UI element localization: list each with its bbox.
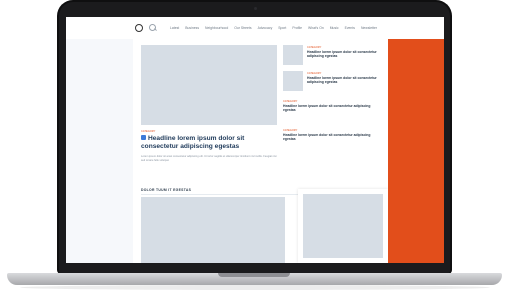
section-story-card[interactable]	[298, 189, 388, 263]
story-headline[interactable]: Headline lorem ipsum dolor sit consectet…	[283, 133, 383, 141]
nav-item-events[interactable]: Events	[345, 26, 355, 30]
left-gutter	[66, 39, 133, 263]
category-badge-icon	[141, 135, 146, 140]
nav-item-sport[interactable]: Sport	[278, 26, 286, 30]
story-headline[interactable]: Headline lorem ipsum dolor sit consectet…	[283, 104, 383, 112]
section-title: DOLOR TUUM IT EGESTAS	[141, 188, 192, 192]
hero-image[interactable]	[141, 45, 277, 125]
section-card-image	[303, 194, 383, 258]
search-icon[interactable]	[149, 24, 157, 32]
hero-headline[interactable]: Headline lorem ipsum dolor sit consectet…	[141, 135, 281, 150]
hero-kicker: CATEGORY	[141, 130, 156, 133]
nav-item-whats-on[interactable]: What's On	[308, 26, 324, 30]
section-story-image[interactable]	[141, 197, 285, 263]
laptop-lid: Latest Business Neighbourhood Our Street…	[57, 0, 452, 274]
story-headline[interactable]: Headline lorem ipsum dolor sit consectet…	[307, 50, 387, 58]
story-kicker: CATEGORY	[307, 46, 322, 49]
nav-item-our-streets[interactable]: Our Streets	[234, 26, 251, 30]
nav-item-newsletter[interactable]: Newsletter	[361, 26, 377, 30]
laptop-screen: Latest Business Neighbourhood Our Street…	[66, 17, 444, 263]
story-kicker: CATEGORY	[283, 129, 298, 132]
story-thumbnail[interactable]	[283, 71, 303, 91]
story-kicker: CATEGORY	[283, 100, 298, 103]
story-thumbnail[interactable]	[283, 45, 303, 65]
top-navigation: Latest Business Neighbourhood Our Street…	[66, 17, 444, 39]
nav-item-neighbourhood[interactable]: Neighbourhood	[205, 26, 228, 30]
story-headline[interactable]: Headline lorem ipsum dolor sit consectet…	[307, 76, 387, 84]
nav-item-music[interactable]: Music	[330, 26, 339, 30]
nav-menu: Latest Business Neighbourhood Our Street…	[170, 17, 377, 39]
camera-icon	[254, 7, 257, 10]
site-logo-icon[interactable]	[135, 24, 143, 32]
nav-item-profile[interactable]: Profile	[292, 26, 302, 30]
laptop-shadow	[20, 285, 490, 290]
story-kicker: CATEGORY	[307, 72, 322, 75]
laptop-mockup: Latest Business Neighbourhood Our Street…	[0, 0, 509, 296]
nav-item-business[interactable]: Business	[185, 26, 199, 30]
main-content: CATEGORY Headline lorem ipsum dolor sit …	[133, 39, 388, 263]
nav-item-latest[interactable]: Latest	[170, 26, 179, 30]
hero-headline-text[interactable]: Headline lorem ipsum dolor sit consectet…	[141, 135, 244, 150]
laptop-notch	[218, 273, 290, 277]
hero-summary: Lorem ipsum dolor sit amet consectetur a…	[141, 155, 277, 162]
ad-banner[interactable]	[388, 39, 444, 263]
nav-item-advocacy[interactable]: Advocacy	[258, 26, 273, 30]
